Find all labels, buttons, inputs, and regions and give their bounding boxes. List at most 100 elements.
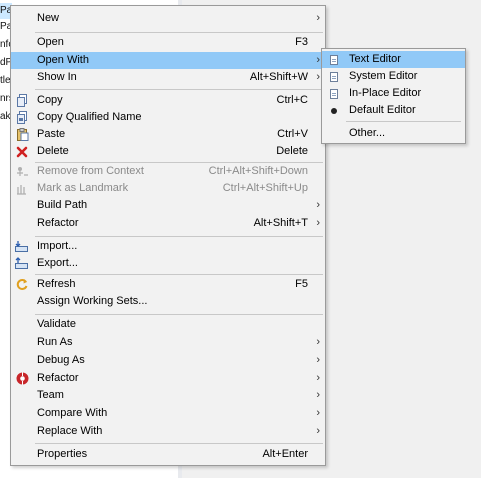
menu-item-open[interactable]: Open F3	[11, 34, 325, 51]
remove-context-icon	[14, 164, 30, 179]
menu-item-show-in[interactable]: Show In Alt+Shift+W ›	[11, 69, 325, 86]
menu-item-shortcut: Ctrl+Alt+Shift+Down	[208, 165, 308, 177]
text-file-icon	[327, 69, 341, 84]
menu-separator	[35, 443, 323, 444]
menu-item-label: Show In	[37, 71, 77, 83]
menu-item-shortcut: Alt+Shift+W	[249, 71, 308, 83]
menu-item-debug-as[interactable]: Debug As ›	[11, 352, 325, 369]
submenu-item-label: Default Editor	[349, 104, 416, 116]
menu-item-team[interactable]: Team ›	[11, 387, 325, 404]
menu-item-label: Run As	[37, 336, 73, 348]
menu-item-refactor[interactable]: Refactor Alt+Shift+T ›	[11, 215, 325, 232]
menu-item-label: Delete	[37, 145, 69, 157]
menu-item-label: Open With	[37, 54, 89, 66]
menu-item-label: Copy	[37, 94, 63, 106]
menu-item-shortcut: F5	[295, 278, 308, 290]
text-file-icon	[327, 86, 341, 101]
submenu-item-label: Text Editor	[349, 53, 401, 65]
menu-item-label: New	[37, 12, 60, 24]
menu-item-label: Copy Qualified Name	[37, 111, 142, 123]
menu-item-build-path[interactable]: Build Path ›	[11, 197, 325, 214]
menu-separator	[35, 314, 323, 315]
menu-separator	[346, 121, 461, 122]
menu-item-label: Mark as Landmark	[37, 182, 129, 194]
menu-item-paste[interactable]: Paste Ctrl+V	[11, 126, 325, 143]
menu-item-properties[interactable]: Properties Alt+Enter	[11, 446, 325, 463]
chevron-right-icon: ›	[316, 71, 320, 83]
menu-separator	[35, 89, 323, 90]
menu-item-shortcut: Delete	[276, 145, 308, 157]
menu-item-export[interactable]: Export...	[11, 255, 325, 272]
delete-icon	[14, 144, 30, 159]
submenu-item-label: System Editor	[349, 70, 418, 82]
menu-item-refactor-2[interactable]: Refactor ›	[11, 370, 325, 387]
chevron-right-icon: ›	[316, 217, 320, 229]
menu-item-validate[interactable]: Validate	[11, 316, 325, 333]
paste-icon	[14, 127, 30, 142]
submenu-item-system-editor[interactable]: System Editor	[322, 68, 465, 85]
copy-icon	[14, 93, 30, 108]
menu-item-new[interactable]: New ›	[11, 10, 325, 27]
text-file-icon	[327, 52, 341, 67]
chevron-right-icon: ›	[316, 354, 320, 366]
submenu-item-default-editor[interactable]: Default Editor	[322, 102, 465, 119]
menu-item-run-as[interactable]: Run As ›	[11, 334, 325, 351]
submenu-item-label: In-Place Editor	[349, 87, 422, 99]
menu-item-copy-qualified-name[interactable]: Copy Qualified Name	[11, 109, 325, 126]
menu-item-label: Assign Working Sets...	[37, 295, 148, 307]
menu-item-label: Paste	[37, 128, 66, 140]
open-with-submenu: Text Editor System Editor In-Place Edito…	[321, 48, 466, 144]
menu-item-label: Open	[37, 36, 64, 48]
menu-item-label: Compare With	[37, 407, 108, 419]
menu-item-copy[interactable]: Copy Ctrl+C	[11, 92, 325, 109]
submenu-item-label: Other...	[349, 127, 386, 139]
chevron-right-icon: ›	[316, 389, 320, 401]
menu-separator	[35, 274, 323, 275]
menu-item-label: Refresh	[37, 278, 76, 290]
menu-item-shortcut: Ctrl+V	[277, 128, 308, 140]
chevron-right-icon: ›	[316, 336, 320, 348]
menu-item-import[interactable]: Import...	[11, 238, 325, 255]
menu-item-label: Refactor	[37, 217, 79, 229]
menu-item-shortcut: Ctrl+C	[276, 94, 308, 106]
menu-item-shortcut: F3	[295, 36, 308, 48]
menu-item-label: Replace With	[37, 425, 103, 437]
menu-item-label: Export...	[37, 257, 78, 269]
refactor-icon	[14, 371, 30, 386]
chevron-right-icon: ›	[316, 12, 320, 24]
export-icon	[14, 256, 30, 271]
menu-item-shortcut: Alt+Enter	[262, 448, 308, 460]
menu-separator	[35, 236, 323, 237]
submenu-item-other[interactable]: Other...	[322, 125, 465, 142]
menu-item-label: Debug As	[37, 354, 85, 366]
menu-item-remove-from-context: Remove from Context Ctrl+Alt+Shift+Down	[11, 163, 325, 180]
menu-item-mark-as-landmark: Mark as Landmark Ctrl+Alt+Shift+Up	[11, 180, 325, 197]
menu-item-label: Properties	[37, 448, 88, 460]
context-menu: New › Open F3 Open With › Show In Alt+Sh…	[10, 5, 326, 466]
chevron-right-icon: ›	[316, 199, 320, 211]
menu-item-label: Remove from Context	[37, 165, 144, 177]
submenu-item-text-editor[interactable]: Text Editor	[322, 51, 465, 68]
menu-item-replace-with[interactable]: Replace With ›	[11, 423, 325, 440]
chevron-right-icon: ›	[316, 407, 320, 419]
menu-item-label: Team	[37, 389, 64, 401]
landmark-icon	[14, 181, 30, 196]
menu-item-label: Validate	[37, 318, 76, 330]
menu-item-compare-with[interactable]: Compare With ›	[11, 405, 325, 422]
chevron-right-icon: ›	[316, 54, 320, 66]
menu-item-assign-working-sets[interactable]: Assign Working Sets...	[11, 293, 325, 310]
menu-item-label: Refactor	[37, 372, 79, 384]
menu-item-open-with[interactable]: Open With ›	[11, 52, 325, 69]
menu-item-label: Build Path	[37, 199, 88, 211]
menu-separator	[35, 32, 323, 33]
menu-item-refresh[interactable]: Refresh F5	[11, 276, 325, 293]
submenu-item-in-place-editor[interactable]: In-Place Editor	[322, 85, 465, 102]
import-icon	[14, 239, 30, 254]
radio-selected-icon	[327, 103, 341, 118]
menu-item-shortcut: Alt+Shift+T	[253, 217, 308, 229]
menu-item-delete[interactable]: Delete Delete	[11, 143, 325, 160]
menu-item-label: Import...	[37, 240, 78, 252]
chevron-right-icon: ›	[316, 425, 320, 437]
copy-qualified-icon	[14, 110, 30, 125]
refresh-icon	[14, 277, 30, 292]
